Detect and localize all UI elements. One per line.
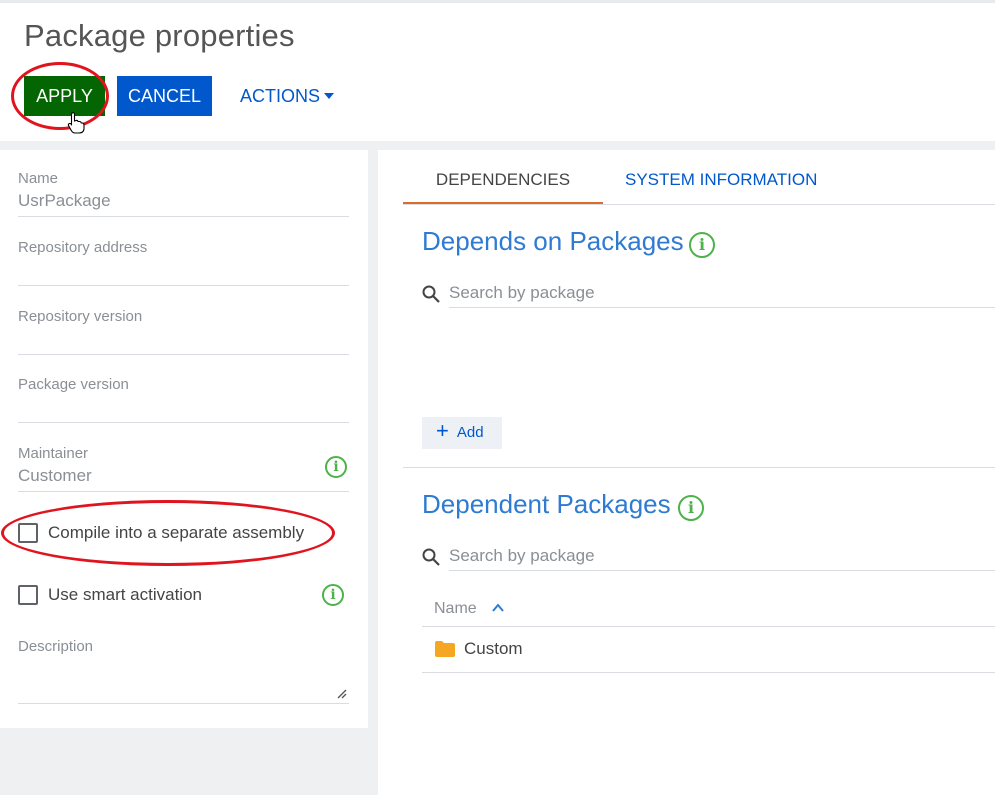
folder-icon: [435, 641, 455, 657]
name-field[interactable]: Name UsrPackage: [18, 170, 349, 217]
compile-separate-row[interactable]: Compile into a separate assembly: [18, 520, 349, 546]
info-icon[interactable]: i: [689, 232, 715, 258]
dependent-search-input[interactable]: [449, 541, 995, 571]
repository-version-field[interactable]: Repository version: [18, 308, 349, 355]
package-version-label: Package version: [18, 376, 129, 393]
sort-up-icon[interactable]: [492, 602, 504, 614]
repository-address-field[interactable]: Repository address: [18, 239, 349, 286]
table-row[interactable]: Custom: [422, 628, 995, 673]
repository-version-label: Repository version: [18, 308, 143, 325]
compile-separate-label: Compile into a separate assembly: [48, 523, 305, 542]
plus-icon: +: [436, 418, 449, 444]
description-field[interactable]: Description: [18, 638, 349, 704]
info-icon[interactable]: i: [325, 456, 347, 478]
section-divider: [403, 467, 995, 468]
search-icon: [422, 548, 440, 566]
top-border: [0, 0, 995, 3]
table-header: Name: [422, 597, 995, 627]
maintainer-value: Customer: [18, 466, 92, 485]
smart-activation-label: Use smart activation: [48, 585, 202, 604]
description-label: Description: [18, 638, 94, 655]
info-icon[interactable]: i: [322, 584, 344, 606]
maintainer-label: Maintainer: [18, 445, 89, 462]
package-fields-card: Name UsrPackage Repository address Repos…: [0, 150, 368, 728]
depends-on-search-input[interactable]: [449, 278, 995, 308]
column-name-header[interactable]: Name: [434, 600, 477, 618]
tab-dependencies[interactable]: DEPENDENCIES: [403, 170, 603, 204]
actions-button[interactable]: ACTIONS: [234, 76, 338, 116]
tabs-divider: [403, 204, 995, 205]
caret-down-icon: [324, 93, 335, 100]
name-label: Name: [18, 170, 59, 187]
page-title: Package properties: [24, 18, 295, 53]
maintainer-field[interactable]: Maintainer Customer i: [18, 445, 349, 492]
depends-on-title: Depends on Packages: [422, 226, 684, 256]
smart-activation-checkbox[interactable]: [18, 585, 38, 605]
dependent-packages-title: Dependent Packages: [422, 489, 671, 519]
add-dependency-button[interactable]: + Add: [422, 417, 502, 449]
dependencies-card: DEPENDENCIES SYSTEM INFORMATION Depends …: [378, 150, 995, 795]
cancel-button[interactable]: CANCEL: [117, 76, 212, 116]
depends-on-search[interactable]: [422, 278, 995, 308]
repository-address-label: Repository address: [18, 239, 148, 256]
search-icon: [422, 285, 440, 303]
actions-label: ACTIONS: [240, 86, 321, 106]
resize-grip-icon[interactable]: [337, 689, 347, 699]
name-value: UsrPackage: [18, 191, 111, 210]
add-label: Add: [456, 424, 484, 441]
info-icon[interactable]: i: [678, 495, 704, 521]
row-package-name: Custom: [464, 639, 523, 658]
tab-system-information[interactable]: SYSTEM INFORMATION: [625, 170, 817, 204]
dependent-search[interactable]: [422, 541, 995, 571]
apply-button[interactable]: APPLY: [24, 76, 105, 116]
smart-activation-row[interactable]: Use smart activation i: [18, 582, 349, 608]
compile-separate-checkbox[interactable]: [18, 523, 38, 543]
package-version-field[interactable]: Package version: [18, 376, 349, 423]
